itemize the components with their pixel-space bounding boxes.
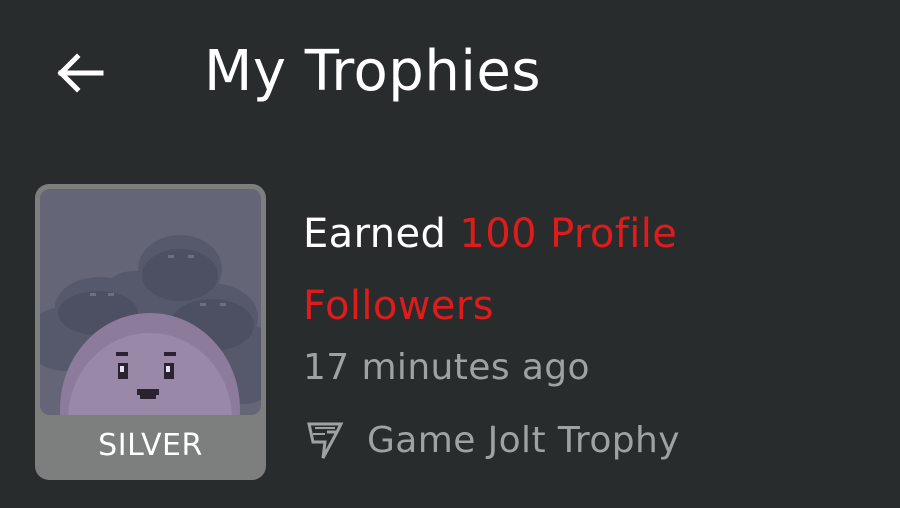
trophy-info: Earned 100 Profile Followers — [303, 198, 883, 342]
trophy-timestamp: 17 minutes ago — [303, 347, 590, 388]
trophy-title-line-1: Earned 100 Profile — [303, 198, 883, 270]
trophy-source-label: Game Jolt Trophy — [367, 419, 680, 461]
trophy-artwork — [40, 189, 261, 415]
trophy-thumbnail[interactable]: SILVER — [35, 184, 266, 480]
page-title: My Trophies — [204, 39, 542, 104]
trophy-title-highlight-2[interactable]: Followers — [303, 283, 494, 329]
trophy-title-highlight[interactable]: 100 Profile — [459, 211, 677, 257]
trophy-tier-label: SILVER — [98, 428, 203, 463]
trophy-title-prefix: Earned — [303, 211, 447, 257]
trophy-title-line-2: Followers — [303, 270, 883, 342]
trophy-image — [40, 189, 261, 415]
app-header: My Trophies — [0, 0, 900, 150]
trophy-source: Game Jolt Trophy — [303, 410, 680, 470]
game-jolt-icon — [307, 422, 344, 459]
back-button[interactable] — [46, 40, 112, 106]
arrow-left-icon — [57, 53, 104, 93]
